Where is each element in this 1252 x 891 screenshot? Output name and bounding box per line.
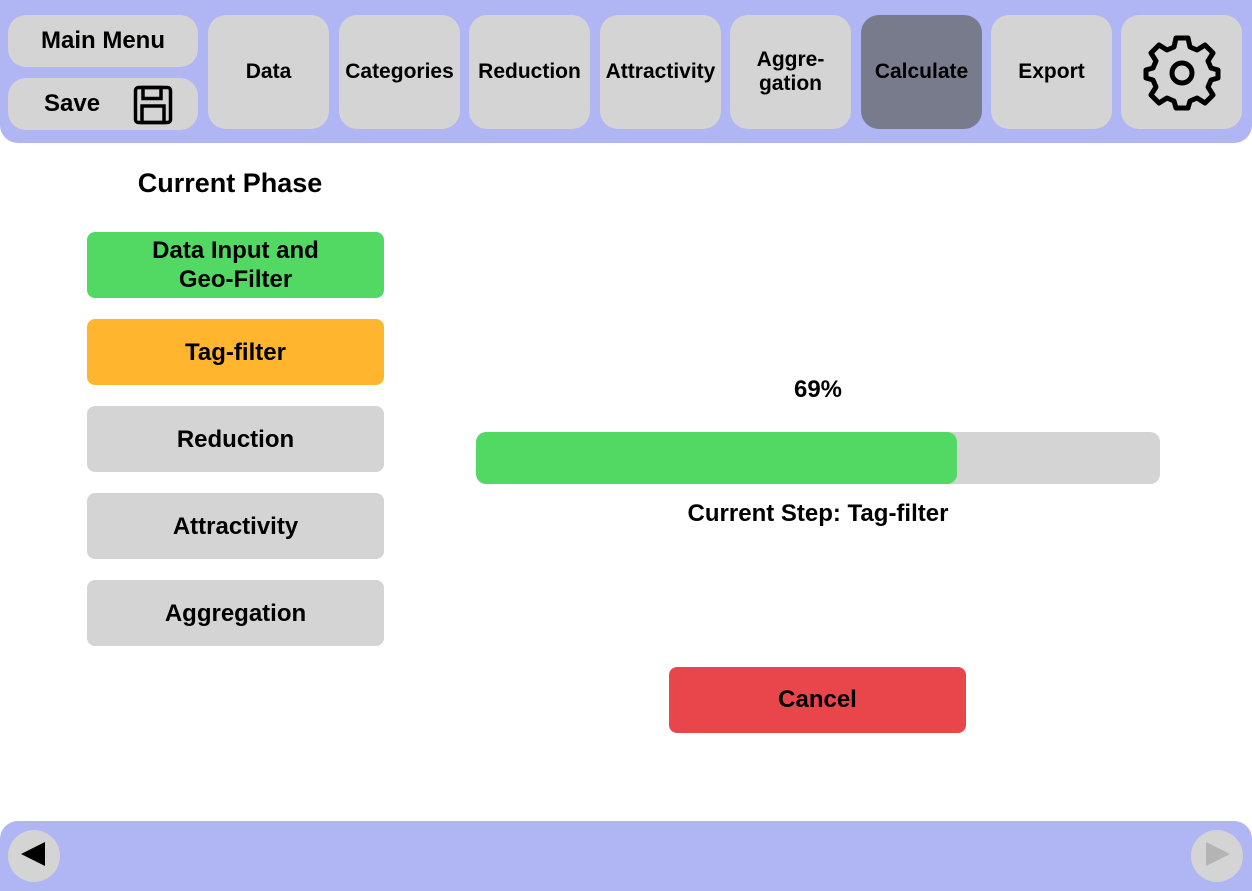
back-button[interactable] [8, 830, 60, 882]
progress-bar [476, 432, 1160, 484]
tab-export[interactable]: Export [991, 15, 1112, 129]
phase-data-input: Data Input and Geo-Filter [87, 232, 384, 298]
progress-bar-fill [476, 432, 957, 484]
tab-reduction[interactable]: Reduction [469, 15, 590, 129]
tab-label: Categories [345, 60, 454, 83]
phase-label: Data Input and Geo-Filter [152, 237, 319, 293]
gear-icon [1143, 33, 1221, 111]
cancel-button[interactable]: Cancel [669, 667, 966, 733]
tab-data[interactable]: Data [208, 15, 329, 129]
top-toolbar: Main Menu Save Data Categories Reduction… [0, 0, 1252, 143]
phase-label: Tag-filter [185, 338, 286, 366]
bottom-bar [0, 821, 1252, 891]
phase-tag-filter: Tag-filter [87, 319, 384, 385]
phase-label: Attractivity [172, 512, 299, 540]
current-phase-heading: Current Phase [137, 168, 323, 198]
tab-aggregation[interactable]: Aggre- gation [730, 15, 851, 129]
main-menu-button[interactable]: Main Menu [8, 15, 198, 67]
triangle-left-icon [19, 839, 49, 874]
settings-button[interactable] [1121, 15, 1242, 129]
phase-attractivity: Attractivity [87, 493, 384, 559]
forward-button[interactable] [1191, 830, 1243, 882]
tab-calculate[interactable]: Calculate [861, 15, 982, 129]
floppy-disk-icon [133, 85, 173, 125]
tab-label: Data [245, 60, 292, 83]
save-button[interactable]: Save [8, 78, 198, 130]
tab-label: Export [1018, 60, 1085, 83]
save-label: Save [44, 90, 101, 117]
tab-categories[interactable]: Categories [339, 15, 460, 129]
main-menu-label: Main Menu [41, 27, 165, 54]
phase-label: Reduction [176, 425, 295, 453]
cancel-label: Cancel [778, 686, 857, 713]
phase-aggregation: Aggregation [87, 580, 384, 646]
triangle-right-icon [1202, 839, 1232, 874]
tab-attractivity[interactable]: Attractivity [600, 15, 721, 129]
tab-label: Reduction [478, 60, 581, 83]
phase-label: Aggregation [164, 599, 307, 627]
tab-label: Calculate [874, 60, 969, 83]
tab-label: Attractivity [605, 60, 716, 83]
progress-percent: 69% [793, 376, 843, 403]
tab-label: Aggre- gation [756, 48, 825, 95]
phase-reduction: Reduction [87, 406, 384, 472]
current-step-text: Current Step: Tag-filter [687, 500, 949, 527]
